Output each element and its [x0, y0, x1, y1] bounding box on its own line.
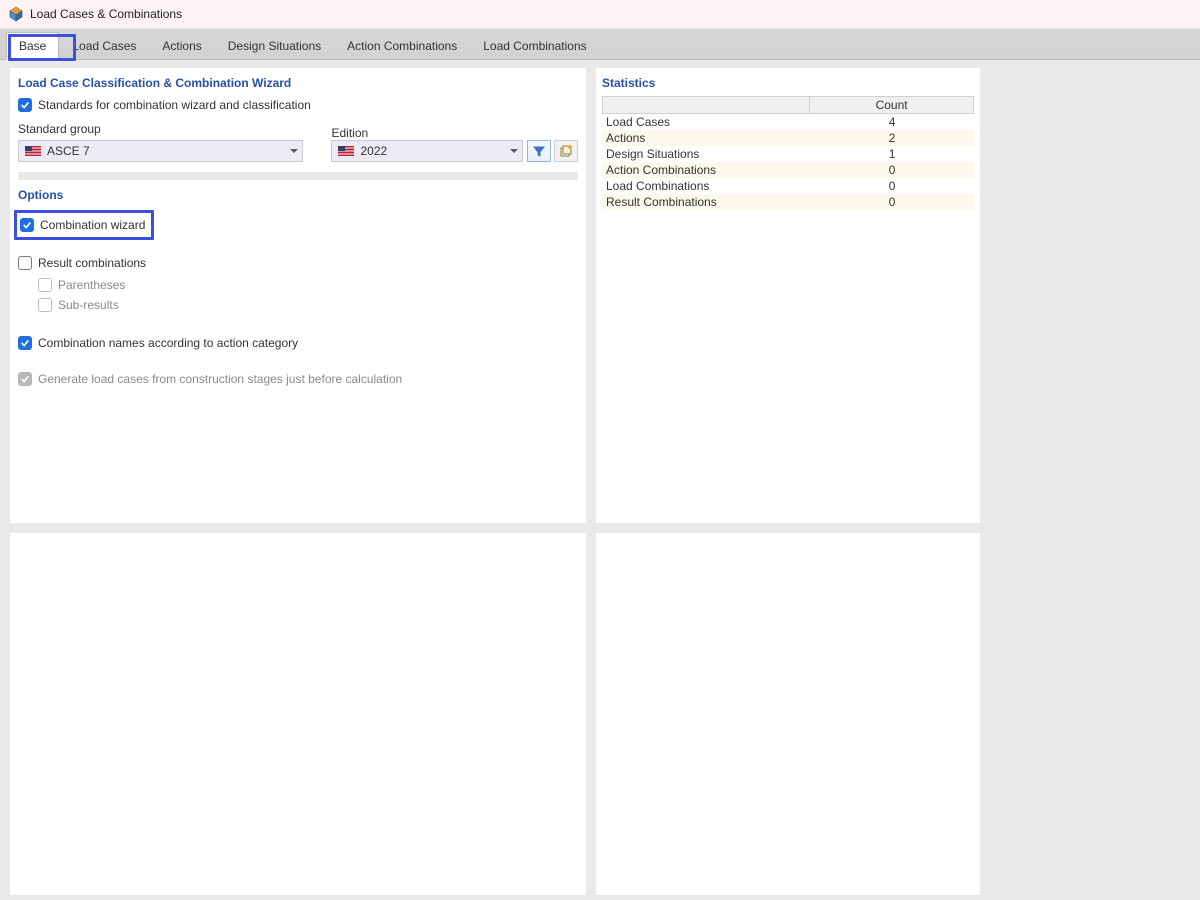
wizard-section-title: Load Case Classification & Combination W… [18, 72, 578, 96]
statistics-row-count: 0 [810, 179, 974, 193]
standard-group-value: ASCE 7 [47, 144, 90, 158]
wizard-panel: Load Case Classification & Combination W… [10, 68, 586, 523]
filter-button[interactable] [527, 140, 551, 162]
edition-select[interactable]: 2022 [331, 140, 523, 162]
window-title: Load Cases & Combinations [30, 7, 182, 21]
tab-label: Load Cases [72, 39, 136, 53]
us-flag-icon [338, 146, 354, 156]
manage-standards-button[interactable] [554, 140, 578, 162]
statistics-body: Load Cases4Actions2Design Situations1Act… [602, 114, 974, 210]
statistics-header: Count [602, 96, 974, 114]
standards-checkbox-label: Standards for combination wizard and cla… [38, 98, 311, 112]
statistics-row-label: Action Combinations [602, 163, 810, 177]
statistics-row-count: 4 [810, 115, 974, 129]
tab-label: Base [19, 39, 46, 53]
statistics-row: Load Cases4 [602, 114, 974, 130]
edition-value: 2022 [360, 144, 387, 158]
tabbar: Base Load Cases Actions Design Situation… [0, 29, 1200, 60]
preview-panel-right [596, 533, 980, 895]
sub-results-label: Sub-results [58, 298, 119, 312]
names-by-category-label: Combination names according to action ca… [38, 336, 298, 350]
app-icon [8, 6, 24, 22]
parentheses-checkbox[interactable] [38, 278, 52, 292]
parentheses-label: Parentheses [58, 278, 125, 292]
statistics-row-count: 0 [810, 195, 974, 209]
combination-wizard-label: Combination wizard [40, 218, 145, 232]
statistics-row-label: Load Cases [602, 115, 810, 129]
statistics-row-label: Design Situations [602, 147, 810, 161]
options-section-title: Options [18, 184, 578, 208]
statistics-row: Load Combinations0 [602, 178, 974, 194]
chevron-down-icon [510, 149, 518, 153]
statistics-row: Result Combinations0 [602, 194, 974, 210]
titlebar: Load Cases & Combinations [0, 0, 1200, 29]
combination-wizard-highlight: Combination wizard [14, 210, 154, 240]
statistics-section-title: Statistics [602, 72, 974, 96]
generate-from-stages-label: Generate load cases from construction st… [38, 372, 402, 386]
generate-from-stages-checkbox [18, 372, 32, 386]
standards-checkbox[interactable] [18, 98, 32, 112]
statistics-row-label: Result Combinations [602, 195, 810, 209]
sub-results-checkbox[interactable] [38, 298, 52, 312]
us-flag-icon [25, 146, 41, 156]
statistics-panel: Statistics Count Load Cases4Actions2Desi… [596, 68, 980, 523]
tab-label: Load Combinations [483, 39, 586, 53]
chevron-down-icon [290, 149, 298, 153]
tab-base[interactable]: Base [6, 32, 59, 60]
tab-load-combinations[interactable]: Load Combinations [470, 32, 599, 60]
statistics-row: Design Situations1 [602, 146, 974, 162]
tab-label: Action Combinations [347, 39, 457, 53]
tab-actions[interactable]: Actions [149, 32, 214, 60]
result-combinations-label: Result combinations [38, 256, 146, 270]
tab-label: Design Situations [228, 39, 321, 53]
tab-load-cases[interactable]: Load Cases [59, 32, 149, 60]
tab-design-situations[interactable]: Design Situations [215, 32, 334, 60]
result-combinations-checkbox[interactable] [18, 256, 32, 270]
tab-label: Actions [162, 39, 201, 53]
standard-group-label: Standard group [18, 122, 303, 136]
names-by-category-checkbox[interactable] [18, 336, 32, 350]
combination-wizard-checkbox[interactable] [20, 218, 34, 232]
statistics-row: Action Combinations0 [602, 162, 974, 178]
statistics-row-count: 1 [810, 147, 974, 161]
statistics-row-label: Load Combinations [602, 179, 810, 193]
statistics-row-count: 0 [810, 163, 974, 177]
statistics-row-count: 2 [810, 131, 974, 145]
tab-action-combinations[interactable]: Action Combinations [334, 32, 470, 60]
statistics-row: Actions2 [602, 130, 974, 146]
standard-group-select[interactable]: ASCE 7 [18, 140, 303, 162]
count-header: Count [810, 97, 973, 113]
statistics-row-label: Actions [602, 131, 810, 145]
preview-panel-left [10, 533, 586, 895]
edition-label: Edition [331, 126, 368, 140]
